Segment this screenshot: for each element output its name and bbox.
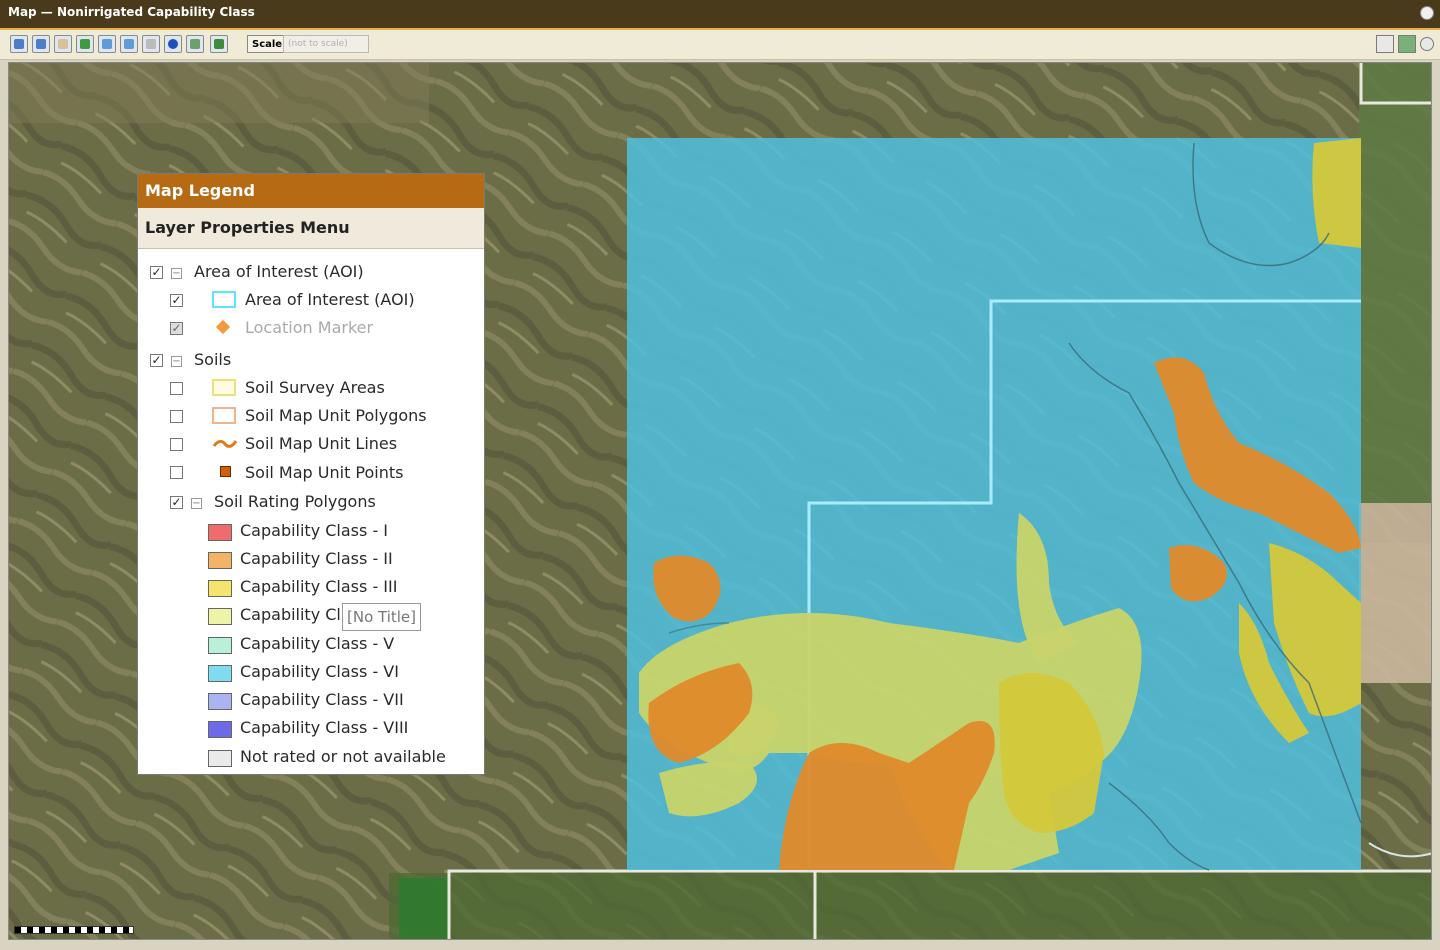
class-i-label: Capability Class - I [240,521,389,540]
map-toolbar: Scale (not to scale) [0,30,1440,60]
soil-map-unit-lines-label: Soil Map Unit Lines [245,434,398,453]
soil-map-unit-lines-checkbox[interactable] [170,438,183,451]
soil-map-unit-points-label: Soil Map Unit Points [245,463,404,482]
class-iii-label: Capability Class - III [240,577,398,596]
aoi-group-label: Area of Interest (AOI) [194,262,364,281]
class-vii-label: Capability Class - VII [240,690,404,709]
soil-rating-polygons-label: Soil Rating Polygons [214,492,376,511]
cropland-field [389,873,1431,939]
print-icon[interactable] [186,35,204,53]
class-v-swatch [208,637,232,654]
scale-label: Scale [247,35,288,53]
layer-properties-menu[interactable]: Layer Properties Menu [138,208,484,249]
measure-icon[interactable] [142,35,160,53]
layer-toggle-icon[interactable] [1398,35,1416,53]
soils-group-label: Soils [194,350,232,369]
class-iii-swatch [208,580,232,597]
identify-icon[interactable] [164,35,182,53]
next-extent-icon[interactable] [120,35,138,53]
scale-bar [14,926,134,934]
class-v-label: Capability Class - V [240,634,395,653]
class-ii-swatch [208,552,232,569]
aoi-layer-label: Area of Interest (AOI) [245,290,415,309]
soil-map-unit-polygons-checkbox[interactable] [170,410,183,423]
aoi-group-collapse-icon[interactable]: − [171,268,182,279]
soil-rating-collapse-icon[interactable]: − [191,498,202,509]
point-symbol-icon [220,466,231,477]
not-rated-label: Not rated or not available [240,747,446,766]
location-marker-checkbox: ✓ [170,321,183,335]
aoi-group-checkbox[interactable]: ✓ [150,266,163,279]
map-view[interactable]: Map Legend Layer Properties Menu ✓ − Are… [8,62,1432,940]
class-ii-label: Capability Class - II [240,549,393,568]
line-symbol-icon [212,439,238,448]
previous-extent-icon[interactable] [98,35,116,53]
cropland-field [1359,63,1431,503]
scale-dropdown[interactable]: (not to scale) [283,35,369,53]
window-title: Map — Nonirrigated Capability Class [8,5,255,19]
class-vi-label: Capability Class - VI [240,662,399,681]
soil-survey-areas-checkbox[interactable] [170,382,183,395]
zoom-out-icon[interactable] [32,35,50,53]
soil-map-unit-polygons-label: Soil Map Unit Polygons [245,406,427,425]
not-rated-swatch [208,750,232,767]
legend-title: Map Legend [138,174,484,208]
legend-tooltip: [No Title] [342,603,422,631]
class-viii-swatch [208,721,232,738]
location-marker-label: Location Marker [245,318,374,337]
full-extent-icon[interactable] [76,35,94,53]
aoi-outline-icon [212,291,236,308]
soils-group-collapse-icon[interactable]: − [171,356,182,367]
export-icon[interactable] [210,35,228,53]
legend-toggle-icon[interactable] [1376,35,1394,53]
location-diamond-icon [215,319,231,335]
survey-area-swatch-icon [212,379,236,396]
class-vi-swatch [208,665,232,682]
soil-map-unit-points-checkbox[interactable] [170,466,183,479]
class-iv-swatch [208,608,232,625]
zoom-in-icon[interactable] [10,35,28,53]
window-title-bar: Map — Nonirrigated Capability Class [0,0,1440,30]
map-legend-panel: Map Legend Layer Properties Menu ✓ − Are… [137,173,485,775]
help-icon[interactable] [1420,37,1434,51]
class-i-swatch [208,524,232,541]
class-vii-swatch [208,693,232,710]
soil-survey-areas-label: Soil Survey Areas [245,378,385,397]
close-icon[interactable] [1420,6,1434,20]
polygon-swatch-icon [212,407,236,424]
aoi-layer-checkbox[interactable]: ✓ [170,294,183,307]
soils-group-checkbox[interactable]: ✓ [150,354,163,367]
class-viii-label: Capability Class - VIII [240,718,409,737]
soil-rating-polygons-checkbox[interactable]: ✓ [170,496,183,509]
pan-icon[interactable] [54,35,72,53]
